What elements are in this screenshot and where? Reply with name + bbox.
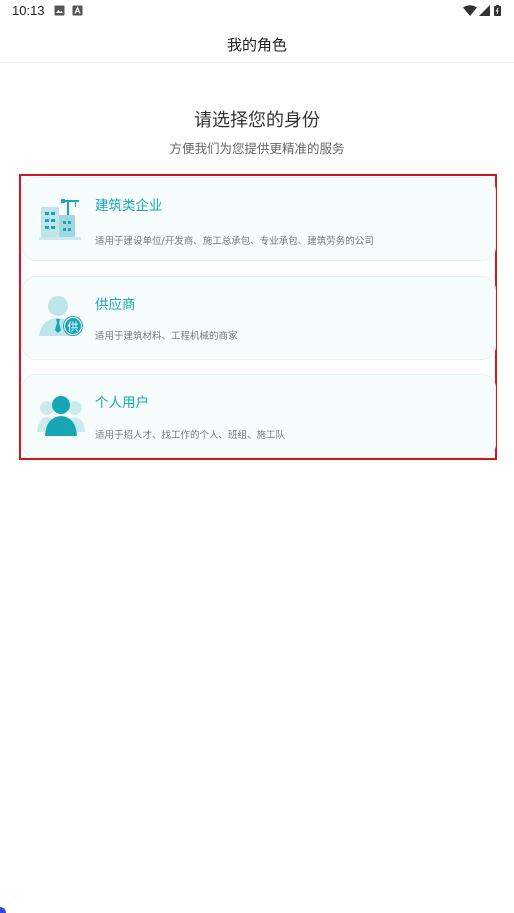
supplier-person-icon: 供 [39, 296, 83, 336]
battery-icon [494, 5, 501, 16]
role-title: 建筑类企业 [95, 198, 163, 214]
status-time: 10:13 [12, 3, 45, 18]
supplier-badge-text: 供 [68, 320, 79, 334]
signal-icon [479, 5, 490, 16]
app-header: 我的角色 [0, 24, 514, 63]
role-title: 个人用户 [95, 395, 149, 411]
role-card-individual[interactable]: 个人用户 适用于招人才、找工作的个人、班组、施工队 [22, 374, 496, 458]
role-description: 适用于建筑材料、工程机械的商家 [95, 331, 238, 342]
wifi-icon [463, 5, 477, 16]
app-notification-icon [72, 5, 83, 16]
page-title: 我的角色 [226, 36, 287, 54]
selection-subheading: 方便我们为您提供更精准的服务 [169, 141, 345, 156]
status-bar: 10:13 [0, 0, 514, 24]
building-crane-icon [39, 199, 81, 240]
corner-indicator [0, 907, 6, 913]
role-card-construction-enterprise[interactable]: 建筑类企业 适用于建设单位/开发商、施工总承包、专业承包、建筑劳务的公司 [22, 177, 496, 261]
role-description: 适用于建设单位/开发商、施工总承包、专业承包、建筑劳务的公司 [95, 236, 374, 247]
role-card-supplier[interactable]: 供 供应商 适用于建筑材料、工程机械的商家 [22, 276, 496, 360]
image-notification-icon [54, 5, 65, 16]
individual-user-icon [37, 396, 85, 436]
role-title: 供应商 [95, 297, 136, 313]
selection-heading: 请选择您的身份 [194, 110, 320, 131]
role-description: 适用于招人才、找工作的个人、班组、施工队 [95, 430, 286, 441]
